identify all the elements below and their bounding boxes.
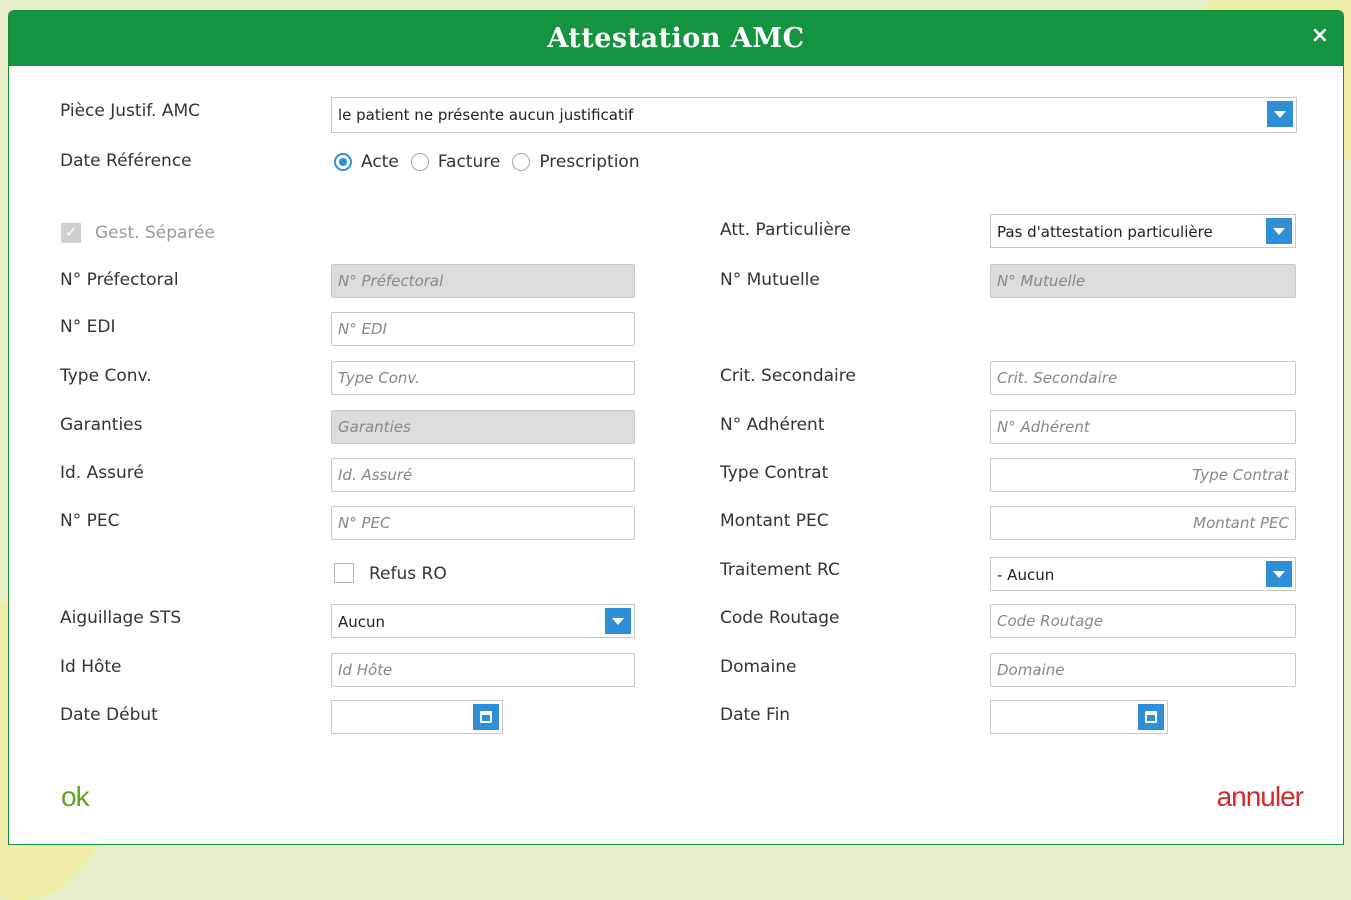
garanties-label: Garanties: [60, 415, 143, 435]
id-assure-input[interactable]: [331, 458, 635, 492]
type-contrat-label: Type Contrat: [720, 463, 829, 483]
domaine-label: Domaine: [720, 657, 797, 677]
type-conv-input[interactable]: [331, 361, 635, 395]
calendar-icon[interactable]: [1138, 704, 1164, 730]
aiguillage-sts-select[interactable]: Aucun: [331, 604, 635, 638]
radio-prescription-circle[interactable]: [512, 153, 531, 171]
edi-input[interactable]: [331, 312, 635, 346]
gest-separee-checkbox[interactable]: [61, 223, 81, 243]
edi-label: N° EDI: [60, 317, 116, 337]
calendar-icon[interactable]: [473, 704, 499, 730]
garanties-input[interactable]: [331, 410, 635, 444]
attestation-dialog: Attestation AMC × Pièce Justif. AMC le p…: [8, 10, 1344, 845]
ok-button[interactable]: ok: [61, 781, 90, 813]
refus-ro-checkbox[interactable]: [334, 563, 354, 583]
chevron-down-icon[interactable]: [1267, 101, 1293, 127]
code-routage-label: Code Routage: [720, 608, 840, 628]
radio-prescription-label: Prescription: [539, 152, 640, 172]
piece-justif-value: le patient ne présente aucun justificati…: [338, 106, 634, 124]
close-icon[interactable]: ×: [1311, 23, 1329, 48]
date-debut-field[interactable]: [331, 700, 503, 734]
aiguillage-sts-label: Aiguillage STS: [60, 608, 182, 628]
traitement-rc-select[interactable]: - Aucun: [990, 557, 1296, 591]
chevron-down-icon[interactable]: [1266, 218, 1292, 244]
adherent-label: N° Adhérent: [720, 415, 825, 435]
mutuelle-input[interactable]: [990, 264, 1296, 298]
att-particuliere-value: Pas d'attestation particulière: [997, 223, 1213, 241]
radio-acte-circle[interactable]: [334, 153, 352, 171]
radio-facture-circle[interactable]: [410, 153, 429, 171]
prefectoral-input[interactable]: [331, 264, 635, 298]
crit-secondaire-input[interactable]: [990, 361, 1296, 395]
dialog-titlebar: Attestation AMC ×: [9, 11, 1343, 66]
crit-secondaire-label: Crit. Secondaire: [720, 366, 856, 386]
cancel-button[interactable]: annuler: [1217, 781, 1304, 813]
radio-prescription[interactable]: Prescription: [512, 152, 640, 172]
id-hote-input[interactable]: [331, 653, 635, 687]
piece-justif-label: Pièce Justif. AMC: [60, 101, 201, 121]
aiguillage-sts-value: Aucun: [338, 613, 386, 631]
id-assure-label: Id. Assuré: [60, 463, 144, 483]
montant-pec-input[interactable]: [990, 506, 1296, 540]
type-conv-label: Type Conv.: [60, 366, 152, 386]
domaine-input[interactable]: [990, 653, 1296, 687]
piece-justif-select[interactable]: le patient ne présente aucun justificati…: [331, 97, 1297, 133]
chevron-down-icon[interactable]: [1266, 561, 1292, 587]
montant-pec-label: Montant PEC: [720, 511, 829, 531]
radio-acte-label: Acte: [361, 152, 399, 172]
date-fin-label: Date Fin: [720, 705, 791, 725]
date-debut-label: Date Début: [60, 705, 158, 725]
pec-input[interactable]: [331, 506, 635, 540]
mutuelle-label: N° Mutuelle: [720, 270, 820, 290]
date-reference-radio-group: Acte Facture Prescription: [334, 152, 652, 172]
att-particuliere-select[interactable]: Pas d'attestation particulière: [990, 214, 1296, 248]
adherent-input[interactable]: [990, 410, 1296, 444]
radio-acte[interactable]: Acte: [334, 152, 399, 172]
radio-facture-label: Facture: [437, 152, 501, 172]
radio-facture[interactable]: Facture: [410, 152, 501, 172]
pec-label: N° PEC: [60, 511, 120, 531]
chevron-down-icon[interactable]: [605, 608, 631, 634]
type-contrat-input[interactable]: [990, 458, 1296, 492]
prefectoral-label: N° Préfectoral: [60, 270, 179, 290]
traitement-rc-label: Traitement RC: [720, 560, 840, 580]
date-reference-label: Date Référence: [60, 151, 192, 171]
traitement-rc-value: - Aucun: [997, 566, 1055, 584]
dialog-title: Attestation AMC: [547, 23, 805, 54]
date-fin-field[interactable]: [990, 700, 1168, 734]
refus-ro-label: Refus RO: [369, 564, 447, 584]
gest-separee-label: Gest. Séparée: [95, 223, 215, 243]
code-routage-input[interactable]: [990, 604, 1296, 638]
id-hote-label: Id Hôte: [60, 657, 122, 677]
att-particuliere-label: Att. Particulière: [720, 220, 851, 240]
